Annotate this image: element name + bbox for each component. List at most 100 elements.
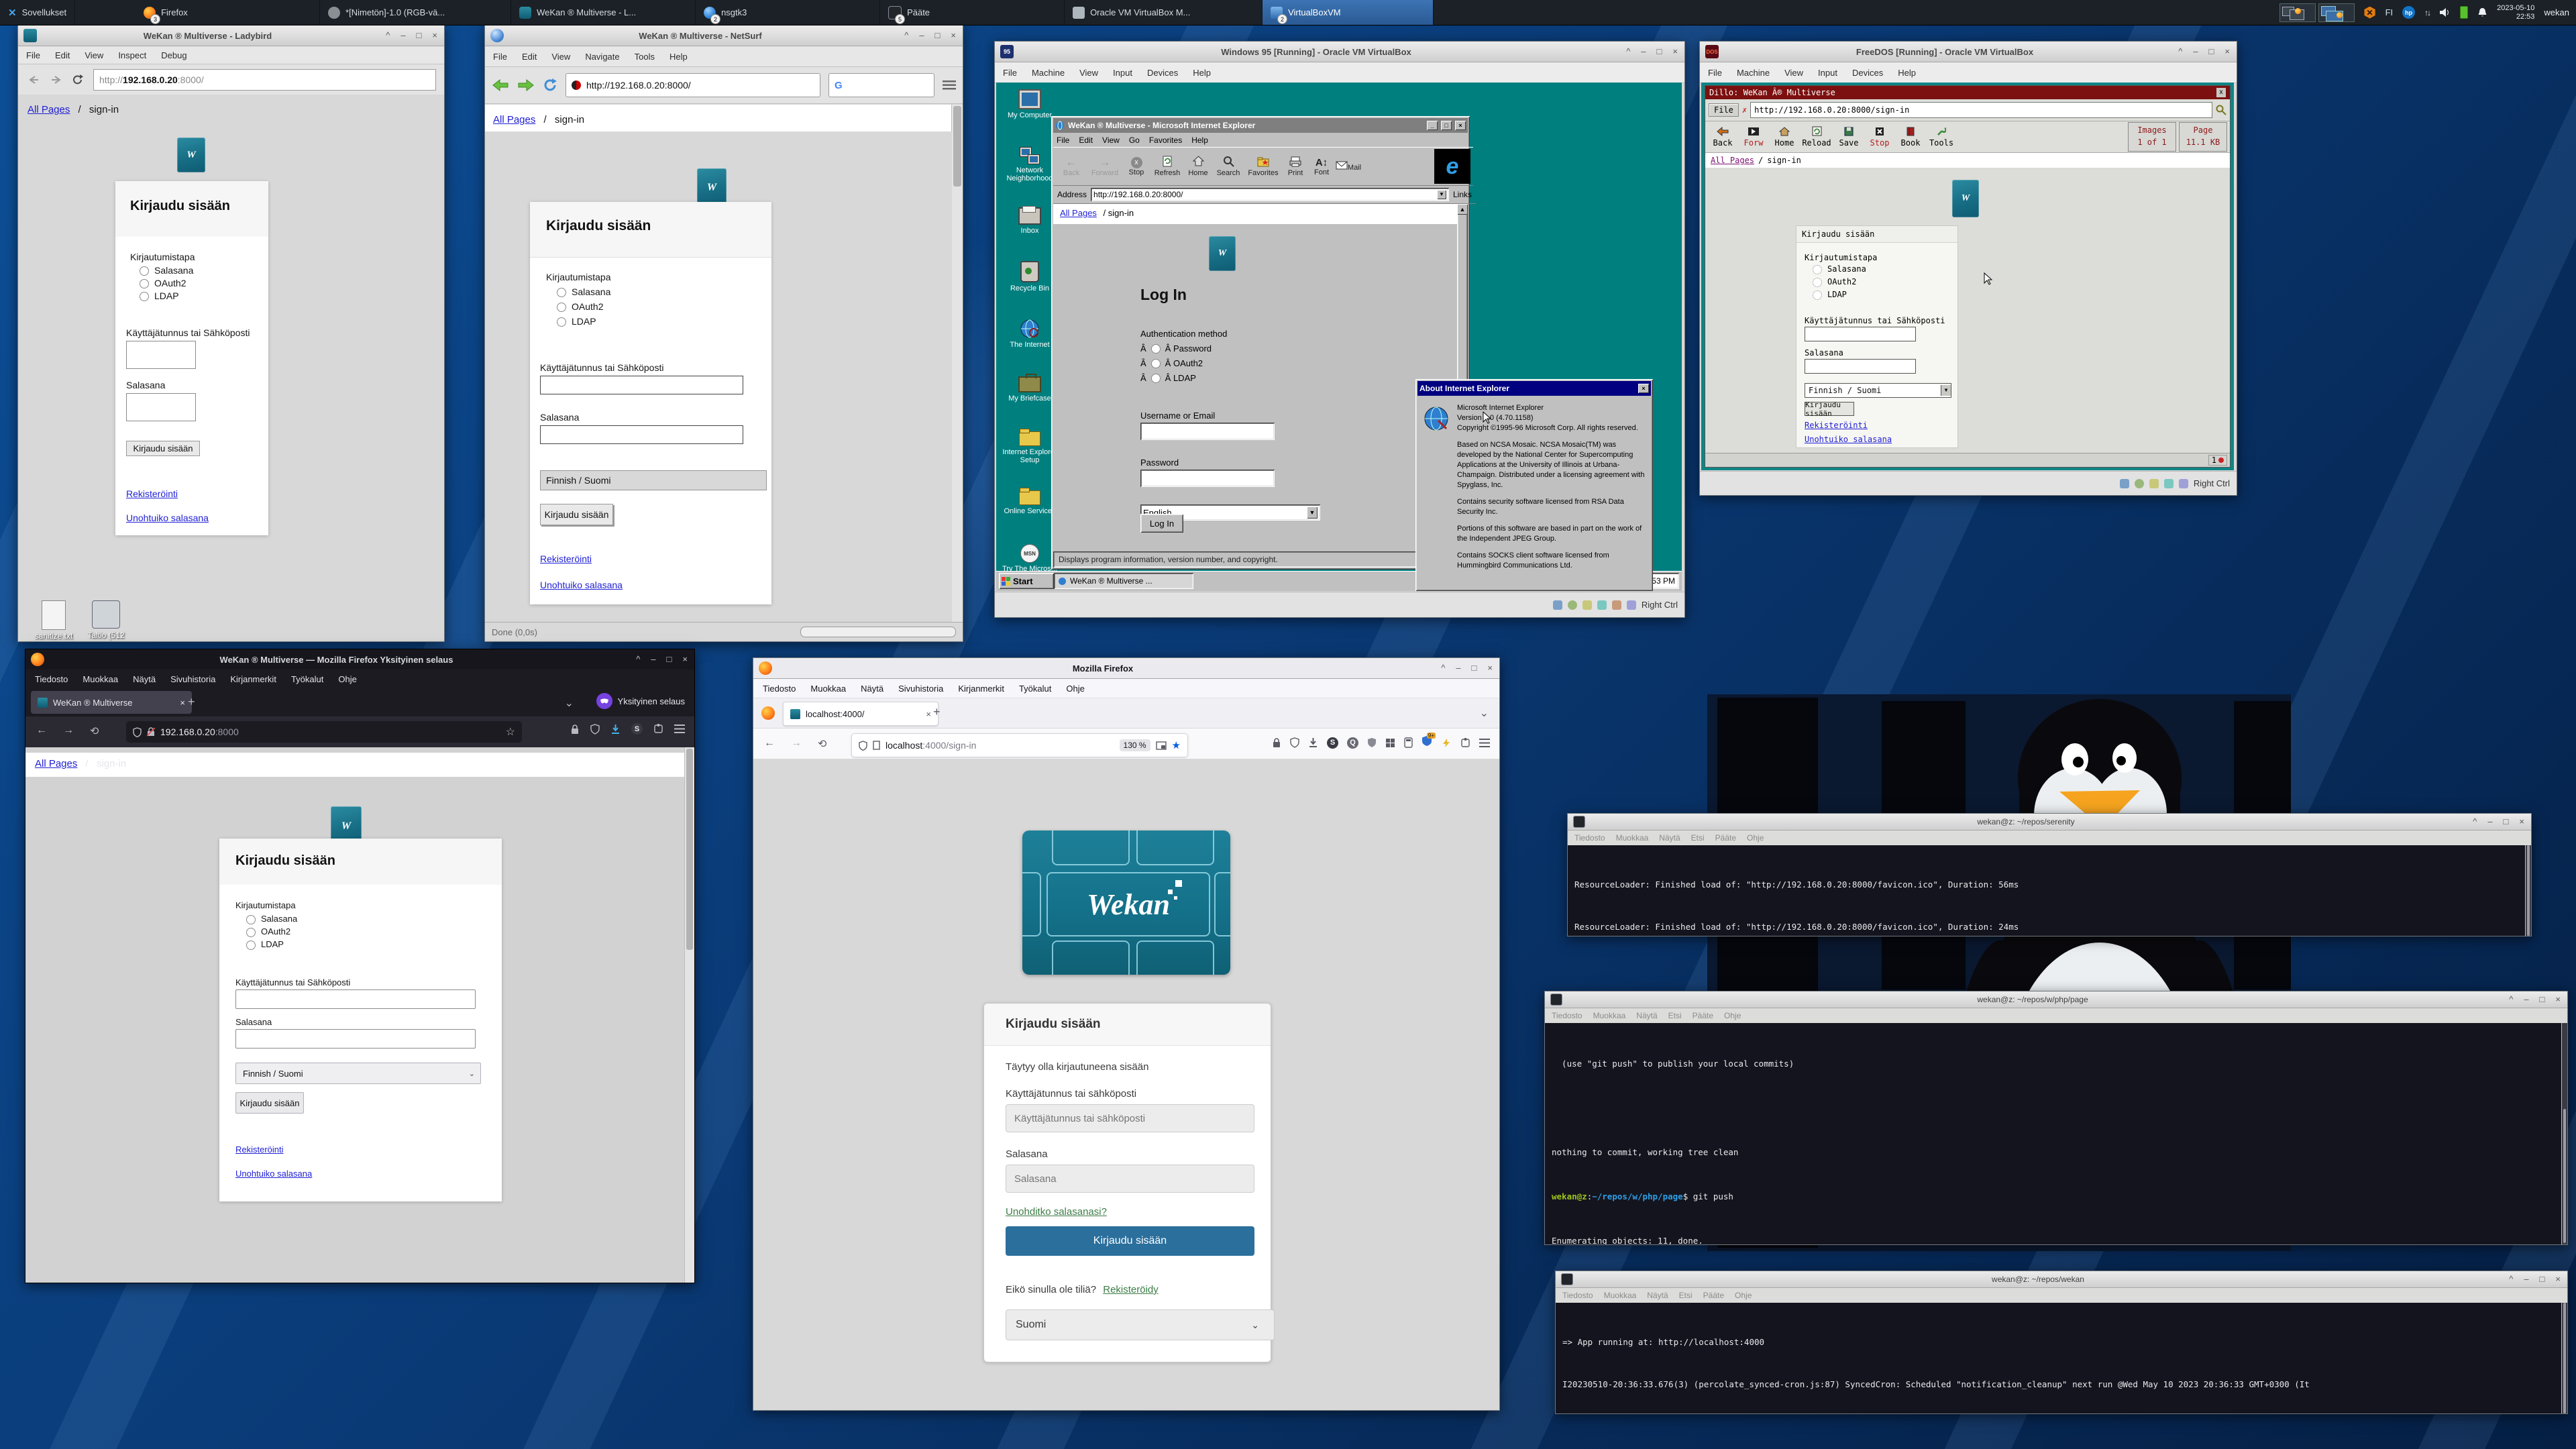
close-button[interactable]: × (2519, 812, 2524, 832)
dillo-reload-button[interactable]: Reload (1801, 126, 1833, 148)
close-button[interactable]: × (682, 649, 688, 669)
taskbar-button-virtualbox-manager[interactable]: Oracle VM VirtualBox M... (1065, 0, 1263, 25)
menu-ohje[interactable]: Ohje (1724, 1011, 1741, 1020)
menu-etsi[interactable]: Etsi (1691, 833, 1705, 843)
maximize-button[interactable]: □ (1441, 121, 1452, 130)
register-link[interactable]: Rekisteröinti (235, 1144, 284, 1155)
radio-ldap[interactable] (1151, 374, 1161, 383)
menu-machine[interactable]: Machine (1032, 68, 1065, 78)
menu-hamburger-icon[interactable] (1479, 739, 1490, 747)
rollup-button[interactable]: ^ (2178, 42, 2182, 62)
url-bar[interactable]: localhost:4000/sign-in 130 % ★ (851, 733, 1188, 757)
menu-etsi[interactable]: Etsi (1679, 1291, 1693, 1300)
password-input[interactable] (1140, 470, 1275, 487)
address-dropdown-icon[interactable]: ▼ (1437, 190, 1446, 199)
extension-puzzle-icon[interactable] (653, 724, 663, 734)
dillo-home-button[interactable]: Home (1770, 127, 1799, 148)
back-icon[interactable]: ← (764, 737, 775, 749)
maximize-button[interactable]: □ (1657, 42, 1662, 62)
ie-print-button[interactable]: Print (1283, 156, 1308, 177)
menu-tools[interactable]: Tools (635, 52, 655, 62)
menu-tiedosto[interactable]: Tiedosto (763, 684, 796, 694)
register-link[interactable]: Rekisteröinti (540, 553, 592, 564)
forgot-password-link[interactable]: Unohtuiko salasana (235, 1169, 312, 1179)
terminal-scrollbar[interactable] (2561, 1303, 2567, 1413)
menu-file[interactable]: File (493, 52, 507, 62)
menu-nayta[interactable]: Näytä (133, 674, 156, 684)
forgot-password-link[interactable]: Unohtuiko salasana (540, 580, 623, 590)
vbox-titlebar[interactable]: DOS FreeDOS [Running] - Oracle VM Virtua… (1700, 42, 2237, 62)
menu-file[interactable]: File (1057, 136, 1069, 145)
ie-titlebar[interactable]: WeKan ® Multiverse - Microsoft Internet … (1053, 118, 1468, 133)
menu-nayta[interactable]: Näytä (861, 684, 883, 694)
radio-password[interactable] (246, 915, 256, 924)
radio-ldap[interactable] (1813, 290, 1822, 300)
radio-password[interactable] (1813, 265, 1822, 274)
ladybird-titlebar[interactable]: WeKan ® Multiverse - Ladybird ^–□× (18, 25, 444, 46)
reload-icon[interactable]: ⟲ (90, 724, 99, 738)
new-tab-button[interactable]: + (933, 705, 941, 719)
username-input[interactable] (1006, 1104, 1254, 1132)
keyboard-layout-indicator[interactable]: FI (2385, 7, 2394, 17)
close-button[interactable]: × (1487, 658, 1493, 678)
username-input[interactable] (126, 341, 196, 369)
download-icon[interactable] (610, 724, 621, 735)
menu-view[interactable]: View (551, 52, 570, 62)
register-link[interactable]: Rekisteröidy (1103, 1284, 1159, 1295)
desktop-icon-network-neighborhood[interactable]: Network Neighborhood (1002, 147, 1058, 182)
minimize-button[interactable]: – (2524, 989, 2528, 1010)
rollup-button[interactable]: ^ (386, 25, 390, 46)
radio-oauth2[interactable] (1151, 359, 1161, 368)
menu-view[interactable]: View (1784, 68, 1803, 78)
password-input[interactable] (235, 1029, 476, 1049)
menu-kirjanmerkit[interactable]: Kirjanmerkit (958, 684, 1004, 694)
extension-puzzle-icon[interactable] (1460, 738, 1470, 748)
ublock-shield-icon[interactable]: 9+ (1421, 735, 1432, 750)
signin-button[interactable]: Kirjaudu sisään (235, 1092, 304, 1114)
signin-button[interactable]: Kirjaudu sisään (1006, 1226, 1254, 1256)
menu-ohje[interactable]: Ohje (1735, 1291, 1752, 1300)
radio-oauth2[interactable] (557, 303, 566, 312)
close-button[interactable]: × (432, 25, 437, 46)
page-info-icon[interactable] (873, 741, 880, 750)
ie-refresh-button[interactable]: Refresh (1151, 156, 1183, 177)
taskbar-button-nsgtk3[interactable]: 2 nsgtk3 (696, 0, 880, 25)
dillo-file-button[interactable]: File (1709, 103, 1739, 117)
back-icon[interactable] (26, 75, 40, 85)
firefox-titlebar[interactable]: Mozilla Firefox ^–□× (753, 658, 1499, 679)
terminal-titlebar[interactable]: wekan@z: ~/repos/wekan ^–□× (1556, 1271, 2567, 1288)
tab-list-chevron-icon[interactable]: ⌄ (1480, 706, 1489, 720)
menu-inspect[interactable]: Inspect (118, 50, 146, 60)
menu-nayta[interactable]: Näytä (1647, 1291, 1668, 1300)
minimize-button[interactable]: – (2524, 1269, 2528, 1289)
menu-help[interactable]: Help (1898, 68, 1916, 78)
links-button[interactable]: Links (1453, 190, 1472, 199)
language-select[interactable]: Finnish / Suomi (540, 470, 767, 490)
register-link[interactable]: Rekisteröinti (126, 488, 178, 499)
desktop-icon-my-briefcase[interactable]: My Briefcase (1002, 376, 1058, 402)
username-input[interactable] (1140, 423, 1275, 440)
dillo-titlebar[interactable]: Dillo: WeKan Â® Multiverse x (1705, 86, 2230, 99)
menu-edit[interactable]: Edit (55, 50, 70, 60)
minimize-button[interactable]: – (2193, 42, 2198, 62)
rollup-button[interactable]: ^ (2509, 1269, 2513, 1289)
login-button[interactable]: Log In (1140, 514, 1183, 533)
minimize-button[interactable]: – (2487, 812, 2492, 832)
close-button[interactable]: × (1638, 384, 1649, 393)
back-icon[interactable] (492, 78, 509, 92)
language-select[interactable]: Finnish / Suomi ⌄ (235, 1063, 481, 1084)
forgot-password-link[interactable]: Unohtuiko salasana (1805, 435, 1892, 444)
menu-sivuhistoria[interactable]: Sivuhistoria (170, 674, 215, 684)
menu-tiedosto[interactable]: Tiedosto (35, 674, 68, 684)
terminal-scrollbar[interactable] (2525, 845, 2531, 936)
firefox-titlebar[interactable]: WeKan ® Multiverse — Mozilla Firefox Yks… (25, 649, 694, 669)
close-button[interactable]: × (2224, 42, 2230, 62)
desktop-icon-ie-setup[interactable]: Internet Explorer Setup (1002, 431, 1058, 464)
maximize-button[interactable]: □ (2504, 812, 2509, 832)
maximize-button[interactable]: □ (417, 25, 422, 46)
hp-tray-icon[interactable]: hp (2402, 6, 2415, 19)
menu-muokkaa[interactable]: Muokkaa (810, 684, 846, 694)
reload-icon[interactable] (72, 74, 84, 86)
signin-button[interactable]: Kirjaudu sisään (126, 441, 200, 456)
url-bar[interactable]: http://192.168.0.20:8000/ (566, 73, 820, 97)
